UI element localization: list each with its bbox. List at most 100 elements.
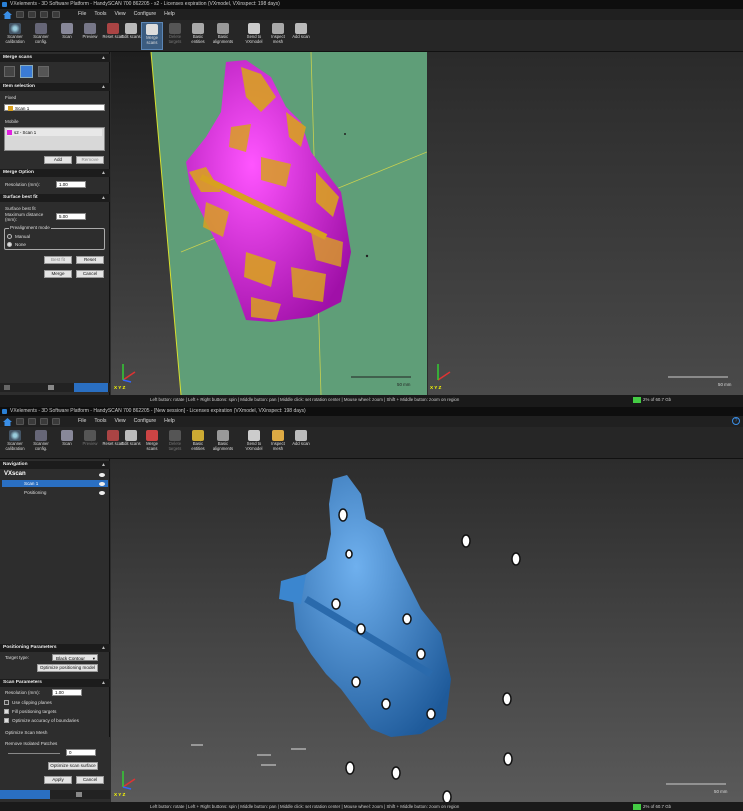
- preview-icon: [84, 430, 96, 441]
- boundaries-checkbox[interactable]: [4, 718, 9, 723]
- tree-root[interactable]: VXscan: [2, 471, 108, 479]
- merge-scans-button[interactable]: Merge scans: [141, 22, 163, 50]
- scanner-config-button[interactable]: Scanner config.: [30, 429, 52, 457]
- remove-patches-spin[interactable]: 0: [66, 749, 96, 756]
- clipping-checkbox[interactable]: [4, 700, 9, 705]
- remove-patches-slider[interactable]: [8, 753, 60, 754]
- save-icon[interactable]: [28, 418, 36, 425]
- remove-button[interactable]: Remove: [76, 156, 104, 164]
- merge-option-header[interactable]: Merge Option ▲: [0, 169, 110, 177]
- menu-file[interactable]: File: [78, 10, 86, 19]
- help-icon[interactable]: ?: [732, 417, 740, 425]
- inspect-mesh-button[interactable]: Inspect mesh: [267, 429, 289, 457]
- active-tab[interactable]: [74, 383, 108, 392]
- apply-button[interactable]: Apply: [44, 776, 72, 784]
- basic-alignments-button[interactable]: Basic alignments: [212, 429, 234, 457]
- menu-help[interactable]: Help: [164, 417, 175, 426]
- optimize-positioning-button[interactable]: Optimize positioning model: [37, 664, 98, 672]
- menu-view[interactable]: View: [114, 10, 125, 19]
- scan-button[interactable]: Scan: [56, 429, 78, 457]
- item-selection-header[interactable]: Item selection ▲: [0, 83, 110, 91]
- menu-configure[interactable]: Configure: [134, 10, 157, 19]
- home-icon[interactable]: [3, 11, 12, 19]
- viewport-left[interactable]: X Y Z 50 mm: [111, 52, 427, 395]
- axis-label: X Y Z: [114, 792, 126, 797]
- undo-icon[interactable]: [40, 418, 48, 425]
- redo-icon[interactable]: [52, 418, 60, 425]
- menu-tools[interactable]: Tools: [94, 417, 106, 426]
- undo-icon[interactable]: [40, 11, 48, 18]
- positioning-params-header[interactable]: Positioning Parameters ▲: [0, 644, 110, 652]
- fill-targets-checkbox[interactable]: [4, 709, 9, 714]
- scanner-config-button[interactable]: Scanner config.: [30, 22, 52, 50]
- add-scan-button[interactable]: Add scan: [290, 429, 312, 457]
- basic-entities-button[interactable]: Basic entities: [187, 429, 209, 457]
- menu-help[interactable]: Help: [164, 10, 175, 19]
- tree-item-positioning[interactable]: Positioning: [2, 489, 108, 496]
- edit-scans-button[interactable]: Edit scans: [120, 22, 142, 50]
- scan-params-header[interactable]: Scan Parameters ▲: [0, 679, 110, 687]
- target-type-select[interactable]: Black Contour ▾: [52, 654, 98, 661]
- active-tab[interactable]: [0, 790, 50, 799]
- viewport-right[interactable]: X Y Z 50 mm: [428, 52, 743, 395]
- best-fit-button[interactable]: Best fit: [44, 256, 72, 264]
- add-button[interactable]: Add: [44, 156, 72, 164]
- inspect-mesh-button[interactable]: Inspect mesh: [267, 22, 289, 50]
- menu-tools[interactable]: Tools: [94, 10, 106, 19]
- eye-icon[interactable]: [99, 473, 105, 477]
- list-item[interactable]: s2 - Scan 1: [7, 129, 102, 136]
- eye-icon[interactable]: [99, 481, 105, 486]
- add-scan-button[interactable]: Add scan: [290, 22, 312, 50]
- cancel-button[interactable]: Cancel: [76, 270, 104, 278]
- menu-configure[interactable]: Configure: [134, 417, 157, 426]
- optimize-scan-surface-button[interactable]: Optimize scan surface: [48, 762, 98, 770]
- list-icon[interactable]: [48, 385, 54, 390]
- redo-icon[interactable]: [52, 11, 60, 18]
- menu-file[interactable]: File: [78, 417, 86, 426]
- fixed-field[interactable]: Scan 1: [4, 104, 105, 112]
- basic-entities-button[interactable]: Basic entities: [187, 22, 209, 50]
- cancel-button[interactable]: Cancel: [76, 776, 104, 784]
- edit-scans-button[interactable]: Edit scans: [120, 429, 142, 457]
- surface-best-fit-header[interactable]: Surface best fit ▲: [0, 194, 110, 202]
- list-icon[interactable]: [76, 792, 82, 797]
- home-icon[interactable]: [3, 418, 12, 426]
- add-scan-icon: [295, 23, 307, 34]
- basic-entities-icon: [192, 23, 204, 34]
- scanner-calibration-button[interactable]: Scanner calibration: [4, 429, 26, 457]
- delete-targets-button[interactable]: Delete targets: [164, 429, 186, 457]
- preview-button[interactable]: Preview: [79, 429, 101, 457]
- manual-radio[interactable]: [7, 234, 12, 239]
- delete-targets-button[interactable]: Delete targets: [164, 22, 186, 50]
- none-radio[interactable]: [7, 242, 12, 247]
- send-to-vxmodel-button[interactable]: Send to VXmodel: [243, 429, 265, 457]
- merge-mode-2-icon[interactable]: [20, 65, 33, 78]
- merge-scans-header[interactable]: Merge scans ▲: [0, 54, 110, 62]
- tab-icon-1[interactable]: [4, 385, 10, 390]
- merge-scans-button[interactable]: Merge scans: [141, 429, 163, 457]
- axis-label: X Y Z: [430, 385, 442, 390]
- none-label: None: [15, 242, 26, 247]
- viewport-main[interactable]: X Y Z 50 mm: [111, 459, 743, 802]
- resolution-input[interactable]: 1.00: [56, 181, 86, 188]
- max-distance-input[interactable]: 5.00: [56, 213, 86, 220]
- new-session-icon[interactable]: [16, 418, 24, 425]
- save-icon[interactable]: [28, 11, 36, 18]
- menu-view[interactable]: View: [114, 417, 125, 426]
- basic-alignments-button[interactable]: Basic alignments: [212, 22, 234, 50]
- merge-mode-1-icon[interactable]: [4, 66, 15, 77]
- reset-button[interactable]: Reset: [76, 256, 104, 264]
- send-to-vxmodel-button[interactable]: Send to VXmodel: [243, 22, 265, 50]
- eye-icon[interactable]: [99, 490, 105, 495]
- scan-button[interactable]: Scan: [56, 22, 78, 50]
- resolution-input[interactable]: 1.00: [52, 689, 82, 696]
- navigation-header[interactable]: Navigation ▲: [0, 461, 110, 469]
- mobile-list[interactable]: s2 - Scan 1: [4, 127, 105, 151]
- collapse-icon[interactable]: ▲: [101, 54, 106, 62]
- preview-button[interactable]: Preview: [79, 22, 101, 50]
- new-session-icon[interactable]: [16, 11, 24, 18]
- tree-item-scan1[interactable]: Scan 1: [2, 480, 108, 487]
- scanner-calibration-button[interactable]: Scanner calibration: [4, 22, 26, 50]
- merge-mode-3-icon[interactable]: [38, 66, 49, 77]
- merge-button[interactable]: Merge: [44, 270, 72, 278]
